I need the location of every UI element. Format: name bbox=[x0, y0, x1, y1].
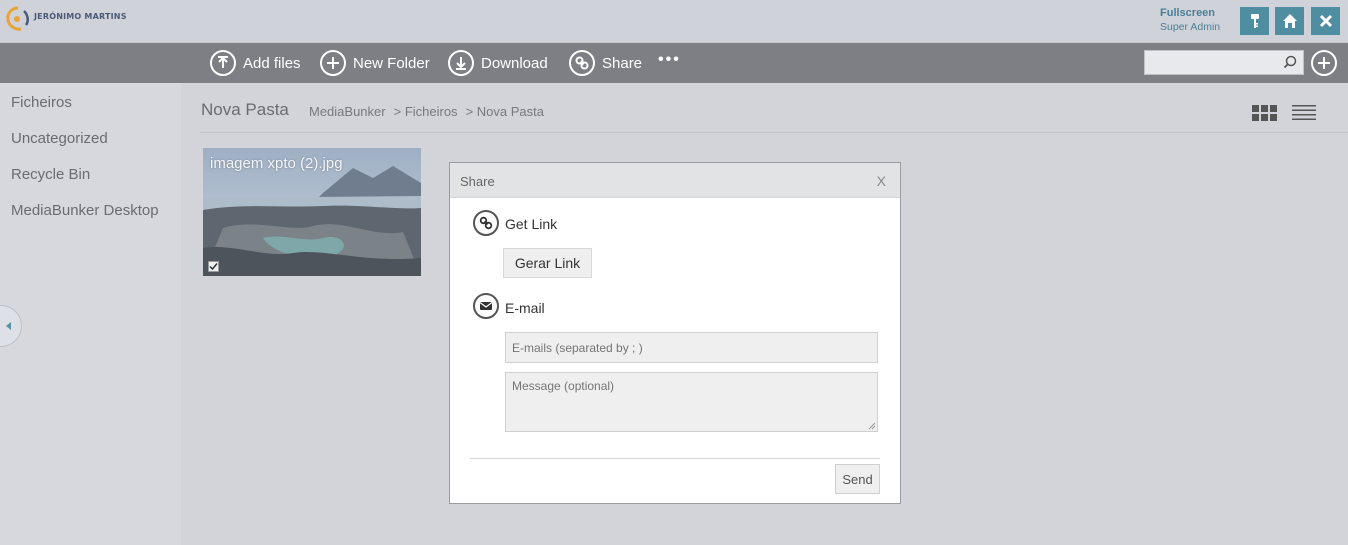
search-input[interactable] bbox=[1145, 51, 1275, 74]
file-thumbnail[interactable]: imagem xpto (2).jpg bbox=[203, 148, 421, 276]
share-label: Share bbox=[602, 54, 643, 72]
page-title: Nova Pasta bbox=[201, 100, 289, 119]
grid-view-icon[interactable] bbox=[1252, 105, 1277, 121]
breadcrumb-item[interactable]: > Ficheiros bbox=[394, 104, 458, 119]
fullscreen-link[interactable]: Fullscreen bbox=[1160, 7, 1220, 19]
dialog-divider bbox=[470, 458, 880, 459]
upload-icon bbox=[210, 50, 236, 76]
new-folder-label: New Folder bbox=[353, 54, 430, 72]
sidebar-item-recycle-bin[interactable]: Recycle Bin bbox=[11, 166, 90, 183]
new-folder-button[interactable]: New Folder bbox=[320, 49, 430, 77]
link-icon bbox=[473, 210, 499, 236]
search-box bbox=[1144, 50, 1304, 75]
download-button[interactable]: Download bbox=[448, 49, 548, 77]
close-icon bbox=[1319, 14, 1332, 28]
get-link-label: Get Link bbox=[505, 216, 558, 232]
dialog-close-button[interactable]: X bbox=[877, 173, 886, 189]
download-label: Download bbox=[481, 54, 548, 72]
sidebar-item-uncategorized[interactable]: Uncategorized bbox=[11, 130, 108, 147]
add-files-button[interactable]: Add files bbox=[210, 49, 301, 77]
divider bbox=[200, 132, 1348, 133]
home-button[interactable] bbox=[1275, 7, 1304, 35]
message-input[interactable] bbox=[505, 372, 878, 432]
breadcrumb-item[interactable]: MediaBunker bbox=[309, 104, 386, 119]
checkmark-icon bbox=[209, 263, 218, 271]
add-button[interactable] bbox=[1311, 50, 1337, 76]
share-button[interactable]: Share bbox=[569, 49, 642, 77]
email-icon bbox=[473, 293, 499, 319]
link-icon bbox=[569, 50, 595, 76]
logo-icon bbox=[6, 6, 29, 31]
gerar-link-button[interactable]: Gerar Link bbox=[503, 248, 592, 278]
add-files-label: Add files bbox=[243, 54, 301, 72]
file-name: imagem xpto (2).jpg bbox=[210, 155, 343, 172]
dialog-header: Share X bbox=[450, 163, 900, 198]
sidebar-item-ficheiros[interactable]: Ficheiros bbox=[11, 94, 72, 111]
key-button[interactable] bbox=[1240, 7, 1269, 35]
more-menu-button[interactable]: ••• bbox=[658, 51, 681, 69]
resize-grip-icon[interactable] bbox=[867, 421, 876, 430]
top-bar: JERÓNIMO MARTINS Fullscreen Super Admin bbox=[0, 0, 1348, 43]
download-icon bbox=[448, 50, 474, 76]
emails-input[interactable] bbox=[505, 332, 878, 363]
breadcrumb: MediaBunker > Ficheiros > Nova Pasta bbox=[309, 104, 552, 119]
send-button[interactable]: Send bbox=[835, 464, 880, 494]
home-icon bbox=[1282, 14, 1297, 28]
sidebar-item-mediabunker-desktop[interactable]: MediaBunker Desktop bbox=[11, 202, 159, 219]
close-app-button[interactable] bbox=[1311, 7, 1340, 35]
breadcrumb-item[interactable]: > Nova Pasta bbox=[466, 104, 544, 119]
user-box: Fullscreen Super Admin bbox=[1160, 7, 1220, 33]
list-view-icon[interactable] bbox=[1292, 104, 1316, 121]
plus-icon bbox=[1318, 57, 1330, 69]
share-dialog: Share X Get Link Gerar Link E-mail Send bbox=[449, 162, 901, 504]
file-checkbox[interactable] bbox=[208, 261, 219, 272]
search-icon[interactable] bbox=[1283, 55, 1297, 69]
email-label: E-mail bbox=[505, 300, 545, 316]
key-icon bbox=[1250, 14, 1259, 28]
dialog-title: Share bbox=[460, 174, 495, 189]
company-logo: JERÓNIMO MARTINS bbox=[4, 5, 127, 33]
logo-text: JERÓNIMO MARTINS bbox=[34, 11, 127, 21]
user-role: Super Admin bbox=[1160, 21, 1221, 33]
toolbar: Add files New Folder Download Share ••• bbox=[0, 43, 1348, 83]
plus-icon bbox=[320, 50, 346, 76]
sidebar: Ficheiros Uncategorized Recycle Bin Medi… bbox=[0, 83, 181, 545]
